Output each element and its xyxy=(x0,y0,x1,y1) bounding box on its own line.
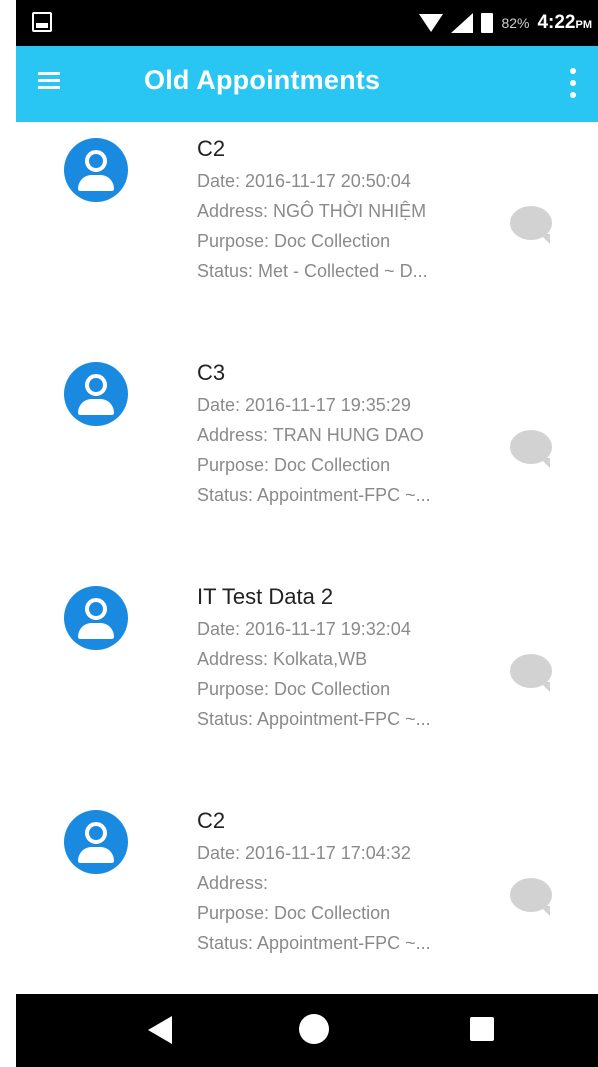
appointment-address: Address: TRAN HUNG DAO xyxy=(197,425,424,445)
person-icon xyxy=(64,586,128,650)
wifi-icon xyxy=(419,14,444,32)
appointment-status: Status: Met - Collected ~ D... xyxy=(197,261,428,281)
person-icon xyxy=(64,810,128,874)
home-icon[interactable] xyxy=(299,1014,329,1044)
appointment-details: C2 Date: 2016-11-17 17:04:32 Address: Pu… xyxy=(197,804,517,958)
appointment-item[interactable]: C2 Date: 2016-11-17 20:50:04 Address: NG… xyxy=(16,122,598,342)
chat-bubble-icon[interactable] xyxy=(510,430,552,468)
appointment-status: Status: Appointment-FPC ~... xyxy=(197,933,431,953)
appointment-item[interactable]: IT Test Data 2 Date: 2016-11-17 19:32:04… xyxy=(16,570,598,790)
appointment-purpose: Purpose: Doc Collection xyxy=(197,455,391,475)
appointment-date: Date: 2016-11-17 19:35:29 xyxy=(197,395,411,415)
chat-bubble-icon[interactable] xyxy=(510,878,552,916)
chat-bubble-icon[interactable] xyxy=(510,206,552,244)
appointment-name: IT Test Data 2 xyxy=(197,584,334,609)
menu-icon[interactable] xyxy=(38,72,60,90)
person-icon xyxy=(64,138,128,202)
appointment-item[interactable]: C3 Date: 2016-11-17 19:35:29 Address: TR… xyxy=(16,346,598,566)
recents-icon[interactable] xyxy=(470,1017,494,1041)
time-ampm: PM xyxy=(575,19,593,31)
appointment-details: C3 Date: 2016-11-17 19:35:29 Address: TR… xyxy=(197,356,517,510)
appointment-status: Status: Appointment-FPC ~... xyxy=(197,485,431,505)
appointment-list: C2 Date: 2016-11-17 20:50:04 Address: NG… xyxy=(16,122,598,994)
appointment-purpose: Purpose: Doc Collection xyxy=(197,231,391,251)
battery-percent: 82% xyxy=(501,15,530,31)
appointment-purpose: Purpose: Doc Collection xyxy=(197,679,391,699)
appointment-address: Address: xyxy=(197,873,269,893)
appointment-details: IT Test Data 2 Date: 2016-11-17 19:32:04… xyxy=(197,580,517,734)
appointment-date: Date: 2016-11-17 17:04:32 xyxy=(197,843,411,863)
status-bar: 82% 4:22PM xyxy=(16,0,598,46)
cell-signal-icon xyxy=(451,13,474,33)
more-options-icon[interactable] xyxy=(570,68,576,98)
time-value: 4:22 xyxy=(537,12,576,33)
status-indicators: 82% 4:22PM xyxy=(419,0,592,46)
appointment-date: Date: 2016-11-17 20:50:04 xyxy=(197,171,411,191)
appointment-date: Date: 2016-11-17 19:32:04 xyxy=(197,619,411,639)
appointment-address: Address: Kolkata,WB xyxy=(197,649,368,669)
appointment-name: C2 xyxy=(197,808,226,833)
appointment-name: C3 xyxy=(197,360,226,385)
back-icon[interactable] xyxy=(148,1016,172,1044)
appointment-item[interactable]: C2 Date: 2016-11-17 17:04:32 Address: Pu… xyxy=(16,794,598,994)
appointment-status: Status: Appointment-FPC ~... xyxy=(197,709,431,729)
page-title: Old Appointments xyxy=(144,65,381,95)
battery-icon xyxy=(481,13,494,33)
appointment-purpose: Purpose: Doc Collection xyxy=(197,903,391,923)
chat-bubble-icon[interactable] xyxy=(510,654,552,692)
status-time: 4:22PM xyxy=(537,12,592,34)
appointment-name: C2 xyxy=(197,136,226,161)
app-bar: Old Appointments xyxy=(16,46,598,122)
person-icon xyxy=(64,362,128,426)
appointment-address: Address: NGÔ THỜI NHIỆM xyxy=(197,201,427,221)
image-notification-icon xyxy=(32,12,52,32)
appointment-details: C2 Date: 2016-11-17 20:50:04 Address: NG… xyxy=(197,132,517,286)
system-navigation-bar xyxy=(16,994,598,1067)
